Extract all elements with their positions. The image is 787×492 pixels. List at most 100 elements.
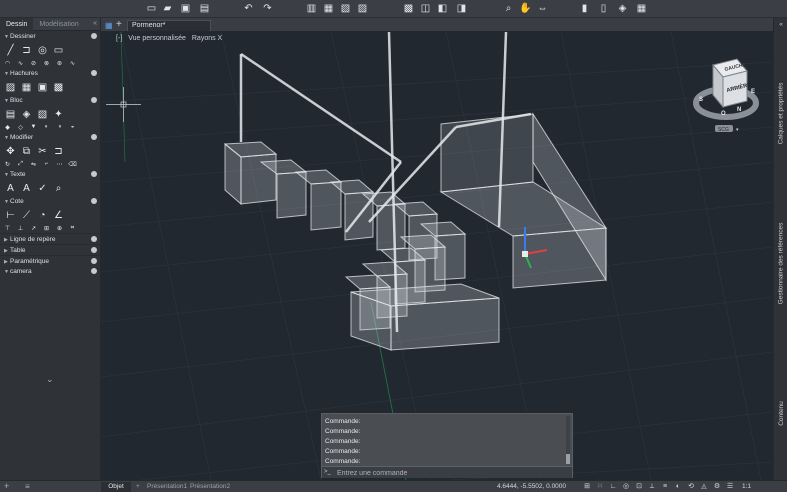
- palette-section-3[interactable]: ▼Modifier: [0, 132, 100, 143]
- section-options-icon[interactable]: [91, 70, 97, 76]
- save-icon[interactable]: ▣: [180, 3, 191, 14]
- palette-section-9[interactable]: ▼camera: [0, 266, 100, 277]
- properties-icon[interactable]: ▯: [598, 3, 609, 14]
- section-options-icon[interactable]: [91, 171, 97, 177]
- zoom-icon[interactable]: ⌕: [503, 3, 514, 14]
- palette-collapse-icon[interactable]: «: [93, 20, 97, 27]
- palette-section-2[interactable]: ▼Bloc: [0, 95, 100, 106]
- tab-objet[interactable]: Objet: [101, 482, 131, 492]
- list-icon[interactable]: ≡: [25, 482, 30, 491]
- add-icon[interactable]: +: [4, 481, 9, 491]
- block-editor-icon[interactable]: ◑: [56, 124, 63, 131]
- hatch-tool-icon[interactable]: ⊘: [30, 60, 37, 67]
- new-file-icon[interactable]: ▭: [146, 3, 157, 14]
- grid-menu-icon[interactable]: ▦: [105, 21, 113, 30]
- arc-tool-icon[interactable]: ◠: [4, 60, 11, 67]
- annotation-icon[interactable]: ◬: [700, 483, 708, 491]
- polar-icon[interactable]: ◎: [622, 483, 630, 491]
- plot-icon[interactable]: ▥: [306, 3, 317, 14]
- linear-dimension-icon[interactable]: ⊢: [4, 209, 17, 222]
- lineweight-icon[interactable]: ≡: [661, 483, 669, 491]
- new-layout-button[interactable]: +: [136, 482, 140, 492]
- rectangle-tool-icon[interactable]: ▭: [52, 44, 65, 57]
- aligned-dimension-icon[interactable]: ⟋: [20, 209, 33, 222]
- pan-icon[interactable]: ✋: [519, 3, 531, 14]
- palette-section-6[interactable]: ▶ Ligne de repère: [0, 233, 100, 244]
- palette-more-icon[interactable]: ⌄: [46, 374, 54, 385]
- section-options-icon[interactable]: [91, 33, 97, 39]
- spell-check-icon[interactable]: ✓: [36, 182, 49, 195]
- grid-icon[interactable]: ⊞: [583, 483, 591, 491]
- rotate-icon[interactable]: ↻: [4, 161, 11, 168]
- block-attribute-icon[interactable]: ✦: [52, 108, 65, 121]
- match-properties-icon[interactable]: ▮: [579, 3, 590, 14]
- circle-tool-icon[interactable]: ◎: [36, 44, 49, 57]
- new-tab-button[interactable]: +: [116, 19, 122, 30]
- copy-icon[interactable]: ⧉: [20, 145, 33, 158]
- palette-section-1[interactable]: ▼Hachures: [0, 68, 100, 79]
- section-options-icon[interactable]: [91, 247, 97, 253]
- insert-block-icon[interactable]: ▤: [4, 108, 17, 121]
- attribute-manager-icon[interactable]: ◐: [43, 124, 50, 131]
- settings-icon[interactable]: ☰: [726, 483, 734, 491]
- continue-dimension-icon[interactable]: ⊥: [17, 225, 24, 232]
- gradient-icon[interactable]: ▦: [20, 81, 33, 94]
- tab-layers-properties[interactable]: Calques et propriétés: [774, 58, 787, 168]
- transparency-icon[interactable]: ◐: [674, 483, 682, 491]
- undo-icon[interactable]: ↶: [243, 3, 254, 14]
- region-tool-icon[interactable]: ⊗: [43, 60, 50, 67]
- sheet-icon[interactable]: ◧: [437, 3, 448, 14]
- tab-content[interactable]: Contenu: [774, 378, 787, 448]
- create-block-icon[interactable]: ◈: [20, 108, 33, 121]
- workspace-icon[interactable]: ⚙: [713, 483, 721, 491]
- import-icon[interactable]: ▩: [403, 3, 414, 14]
- array-icon[interactable]: ⋯: [56, 161, 63, 168]
- fillet-icon[interactable]: ⌐: [43, 161, 50, 168]
- multiline-text-icon[interactable]: A: [4, 182, 17, 195]
- otrack-icon[interactable]: ⟂: [648, 483, 656, 491]
- annotation-scale[interactable]: 1:1: [742, 482, 751, 492]
- save-as-icon[interactable]: ▤: [199, 3, 210, 14]
- visual-style-label[interactable]: Rayons X: [192, 35, 222, 42]
- snap-icon[interactable]: ⁙: [596, 483, 604, 491]
- tab-presentation1[interactable]: Présentation1: [147, 482, 187, 492]
- line-tool-icon[interactable]: ╱: [4, 44, 17, 57]
- palette-section-5[interactable]: ▼Cote: [0, 196, 100, 207]
- spline-tool-icon[interactable]: ∿: [17, 60, 24, 67]
- palette-tab-0[interactable]: Dessin: [0, 18, 34, 31]
- print-preview-icon[interactable]: ▦: [323, 3, 334, 14]
- redo-icon[interactable]: ↷: [262, 3, 273, 14]
- ellipse-tool-icon[interactable]: ⊛: [56, 60, 63, 67]
- wipeout-icon[interactable]: ▩: [52, 81, 65, 94]
- section-options-icon[interactable]: [91, 258, 97, 264]
- selection-cycling-icon[interactable]: ⟲: [687, 483, 695, 491]
- publish-icon[interactable]: ▧: [340, 3, 351, 14]
- edit-block-icon[interactable]: ▧: [36, 108, 49, 121]
- batch-plot-icon[interactable]: ▨: [357, 3, 368, 14]
- view-name-label[interactable]: Vue personnalisée: [128, 35, 186, 42]
- baseline-dimension-icon[interactable]: ⊤: [4, 225, 11, 232]
- tab-pormenor[interactable]: Pormenor*: [127, 20, 211, 31]
- right-panel-collapse[interactable]: «: [774, 18, 787, 30]
- angular-dimension-icon[interactable]: ∠: [52, 209, 65, 222]
- single-line-text-icon[interactable]: A: [20, 182, 33, 195]
- section-options-icon[interactable]: [91, 134, 97, 140]
- viewport-controls[interactable]: [-] Vue personnalisée Rayons X: [116, 35, 226, 42]
- attribute-icon[interactable]: ◆: [4, 124, 11, 131]
- viewport-control-menu[interactable]: [-]: [116, 35, 122, 42]
- offset-icon[interactable]: ⊐: [52, 145, 65, 158]
- layers-icon[interactable]: ◈: [617, 3, 628, 14]
- palette-tab-1[interactable]: Modélisation: [33, 18, 84, 31]
- center-mark-icon[interactable]: ⊕: [56, 225, 63, 232]
- dim-style-icon[interactable]: ⌗: [69, 225, 76, 232]
- move-icon[interactable]: ✥: [4, 145, 17, 158]
- command-window[interactable]: Commande: Commande: Commande: Commande: Comm…: [321, 413, 573, 478]
- command-scrollbar[interactable]: [566, 416, 570, 464]
- section-options-icon[interactable]: [91, 268, 97, 274]
- boundary-icon[interactable]: ▣: [36, 81, 49, 94]
- erase-icon[interactable]: ⌫: [68, 161, 76, 168]
- hatch-icon[interactable]: ▨: [4, 81, 17, 94]
- open-file-icon[interactable]: ▰: [162, 3, 173, 14]
- section-options-icon[interactable]: [91, 236, 97, 242]
- command-prompt-icon[interactable]: >_: [324, 469, 331, 475]
